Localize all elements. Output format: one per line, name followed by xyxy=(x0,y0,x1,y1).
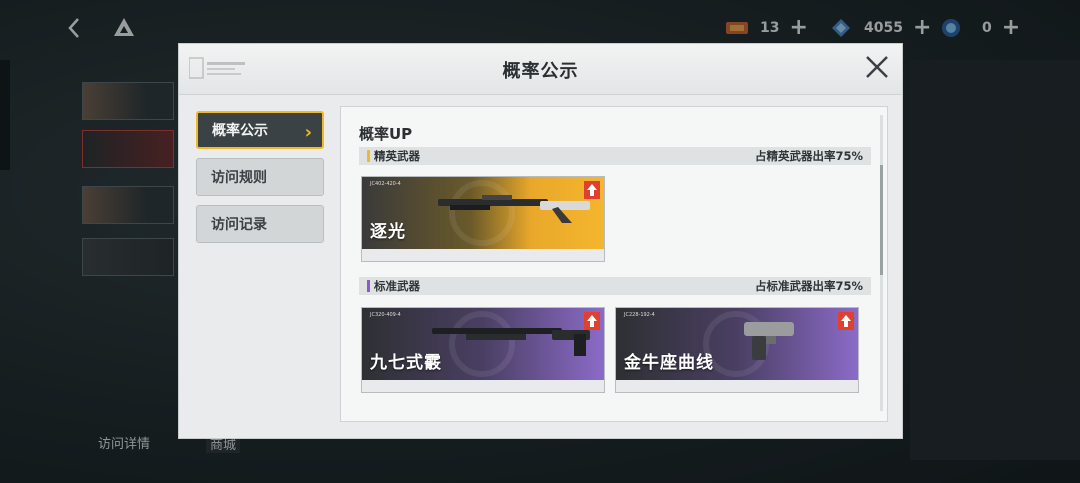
category-rate: 占标准武器出率75% xyxy=(754,279,863,293)
weapon-name: 九七式霰 xyxy=(370,353,442,373)
category-bar-elite: 精英武器 占精英武器出率75% xyxy=(359,147,871,165)
category-rate: 占精英武器出率75% xyxy=(754,149,863,163)
category-name: 精英武器 xyxy=(367,150,420,162)
card-code: JC228-192-4 xyxy=(624,312,655,318)
modal-title: 概率公示 xyxy=(502,61,579,82)
category-bar-standard: 标准武器 占标准武器出率75% xyxy=(359,277,871,295)
card-code: JC402-420-4 xyxy=(370,181,401,187)
weapon-card[interactable]: JC320-409-4 九七式霰 xyxy=(361,307,605,393)
tab-probability[interactable]: 概率公示 › xyxy=(196,111,324,149)
weapon-name: 金牛座曲线 xyxy=(624,353,714,373)
scrollbar[interactable] xyxy=(880,115,883,411)
weapon-name: 逐光 xyxy=(370,222,406,242)
card-code: JC320-409-4 xyxy=(370,312,401,318)
tab-visit-records[interactable]: 访问记录 xyxy=(196,205,324,243)
card-footer xyxy=(362,380,604,392)
probability-panel[interactable]: 概率UP 精英武器 占精英武器出率75% JC402-420-4 逐光 标准武器… xyxy=(340,106,888,422)
tab-visit-rules-label: 访问规则 xyxy=(211,170,267,186)
tab-visit-records-label: 访问记录 xyxy=(211,217,267,233)
section-title: 概率UP xyxy=(359,123,412,144)
chevron-right-icon: › xyxy=(304,122,312,143)
rate-up-badge-icon xyxy=(584,312,600,330)
card-footer xyxy=(616,380,858,392)
tab-probability-label: 概率公示 xyxy=(212,123,268,139)
rate-up-badge-icon xyxy=(584,181,600,199)
card-footer xyxy=(362,249,604,261)
rate-up-badge-icon xyxy=(838,312,854,330)
section-title-text: 概率UP xyxy=(359,125,413,143)
probability-modal: 概率公示 概率公示 › 访问规则 访问记录 概率UP 精英武器 占精英武器出率7… xyxy=(179,44,902,438)
scrollbar-thumb[interactable] xyxy=(880,165,883,275)
weapon-card[interactable]: JC402-420-4 逐光 xyxy=(361,176,605,262)
weapon-card[interactable]: JC228-192-4 金牛座曲线 xyxy=(615,307,859,393)
modal-header: 概率公示 xyxy=(179,44,902,95)
tab-visit-rules[interactable]: 访问规则 xyxy=(196,158,324,196)
close-icon[interactable] xyxy=(864,54,890,80)
category-name: 标准武器 xyxy=(367,280,420,292)
